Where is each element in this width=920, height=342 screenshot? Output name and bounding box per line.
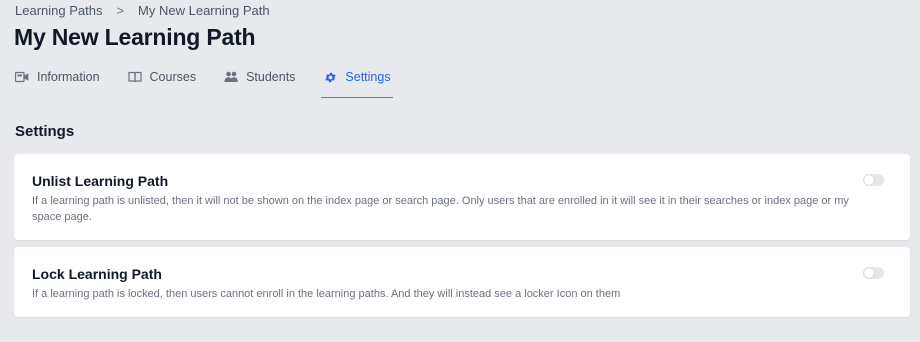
breadcrumb-separator: > — [116, 3, 125, 18]
setting-card-unlist: Unlist Learning Path If a learning path … — [14, 154, 910, 240]
gear-icon — [323, 70, 337, 84]
users-icon — [224, 70, 238, 84]
tab-settings-label: Settings — [345, 70, 391, 84]
setting-description-unlist: If a learning path is unlisted, then it … — [32, 195, 849, 223]
page-title: My New Learning Path — [14, 24, 256, 50]
tab-courses[interactable]: Courses — [127, 68, 197, 98]
book-open-icon — [127, 70, 142, 84]
tab-information[interactable]: Information — [15, 68, 100, 98]
breadcrumb-current: My New Learning Path — [138, 3, 270, 18]
setting-title-lock: Lock Learning Path — [32, 266, 162, 282]
unlist-toggle[interactable] — [863, 174, 884, 186]
tab-settings[interactable]: Settings — [321, 68, 393, 98]
breadcrumb-link-learning-paths[interactable]: Learning Paths — [15, 3, 102, 18]
settings-heading: Settings — [15, 123, 75, 140]
video-camera-icon — [15, 70, 29, 84]
tab-bar: Information Courses Students Settings — [15, 68, 419, 98]
tab-information-label: Information — [37, 70, 100, 84]
tab-students[interactable]: Students — [224, 68, 295, 98]
setting-title-unlist: Unlist Learning Path — [32, 173, 169, 189]
tab-courses-label: Courses — [149, 70, 197, 84]
setting-card-lock: Lock Learning Path If a learning path is… — [14, 247, 910, 317]
tab-students-label: Students — [246, 70, 296, 84]
setting-description-lock: If a learning path is locked, then users… — [32, 288, 621, 300]
breadcrumb: Learning Paths > My New Learning Path — [15, 3, 270, 18]
lock-toggle[interactable] — [863, 267, 884, 279]
